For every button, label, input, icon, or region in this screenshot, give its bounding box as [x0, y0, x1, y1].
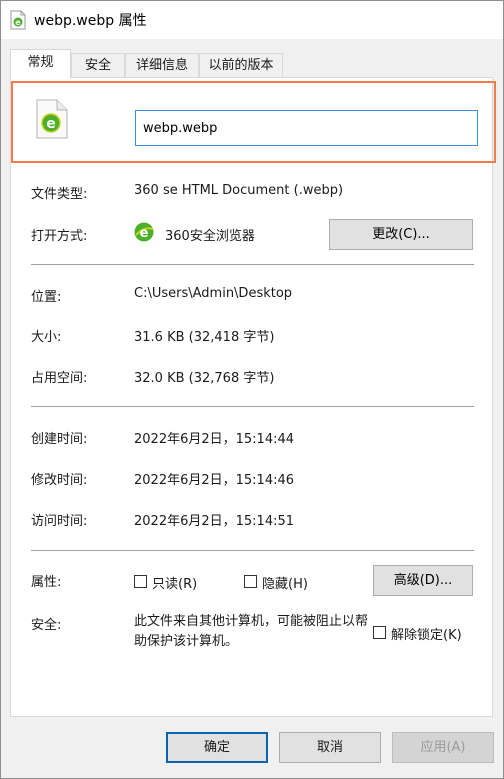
opens-with-value: 360安全浏览器: [165, 229, 255, 244]
created-value: 2022年6月2日，15:14:44: [134, 432, 295, 447]
highlight-box: e: [11, 81, 496, 163]
disk-size-label: 占用空间:: [31, 371, 88, 386]
svg-text:e: e: [15, 18, 21, 27]
security-label: 安全:: [31, 618, 62, 633]
tab-details[interactable]: 详细信息: [125, 53, 199, 77]
unblock-label[interactable]: 解除锁定(K): [391, 624, 462, 643]
security-warning-text: 此文件来自其他计算机，可能被阻止以帮助保护该计算机。: [134, 614, 369, 649]
separator: [31, 264, 474, 265]
hidden-checkbox[interactable]: [244, 575, 257, 588]
ok-button[interactable]: 确定: [166, 732, 268, 763]
accessed-label: 访问时间:: [31, 514, 88, 529]
modified-value: 2022年6月2日，15:14:46: [134, 473, 295, 488]
browser-360-icon: e: [134, 222, 154, 242]
file-type-label: 文件类型:: [31, 187, 88, 202]
unblock-checkbox[interactable]: [373, 626, 386, 639]
hidden-label[interactable]: 隐藏(H): [262, 573, 308, 592]
window-title: webp.webp 属性: [34, 13, 147, 29]
change-button[interactable]: 更改(C)...: [329, 219, 473, 250]
modified-label: 修改时间:: [31, 473, 88, 488]
attributes-label: 属性:: [31, 575, 62, 590]
location-value: C:\Users\Admin\Desktop: [134, 286, 293, 301]
size-value: 31.6 KB (32,418 字节): [134, 330, 275, 345]
accessed-value: 2022年6月2日，15:14:51: [134, 514, 295, 529]
apply-button[interactable]: 应用(A): [392, 732, 494, 763]
location-label: 位置:: [31, 290, 62, 305]
svg-text:e: e: [46, 116, 56, 132]
general-panel: e 文件类型: 360 se HTML Document (.webp) 打开方…: [10, 77, 496, 717]
cancel-button[interactable]: 取消: [279, 732, 381, 763]
created-label: 创建时间:: [31, 432, 88, 447]
file-name-input[interactable]: [135, 110, 478, 146]
advanced-button[interactable]: 高级(D)...: [373, 565, 473, 596]
opens-with-label: 打开方式:: [31, 229, 88, 244]
properties-dialog: e webp.webp 属性 常规 安全 详细信息 以前的版本 e 文件类型: …: [0, 0, 504, 779]
file-ie-icon: e: [10, 10, 26, 30]
tab-general[interactable]: 常规: [10, 49, 71, 78]
file-type-icon: e: [36, 99, 68, 139]
separator: [31, 406, 474, 407]
title-bar: e webp.webp 属性: [1, 1, 503, 39]
disk-size-value: 32.0 KB (32,768 字节): [134, 371, 275, 386]
file-type-value: 360 se HTML Document (.webp): [134, 183, 344, 198]
readonly-checkbox[interactable]: [134, 575, 147, 588]
readonly-label[interactable]: 只读(R): [152, 573, 197, 592]
separator: [31, 550, 474, 551]
svg-text:e: e: [140, 226, 149, 241]
tab-previous-versions[interactable]: 以前的版本: [199, 53, 283, 77]
size-label: 大小:: [31, 330, 62, 345]
tab-security[interactable]: 安全: [71, 53, 125, 77]
